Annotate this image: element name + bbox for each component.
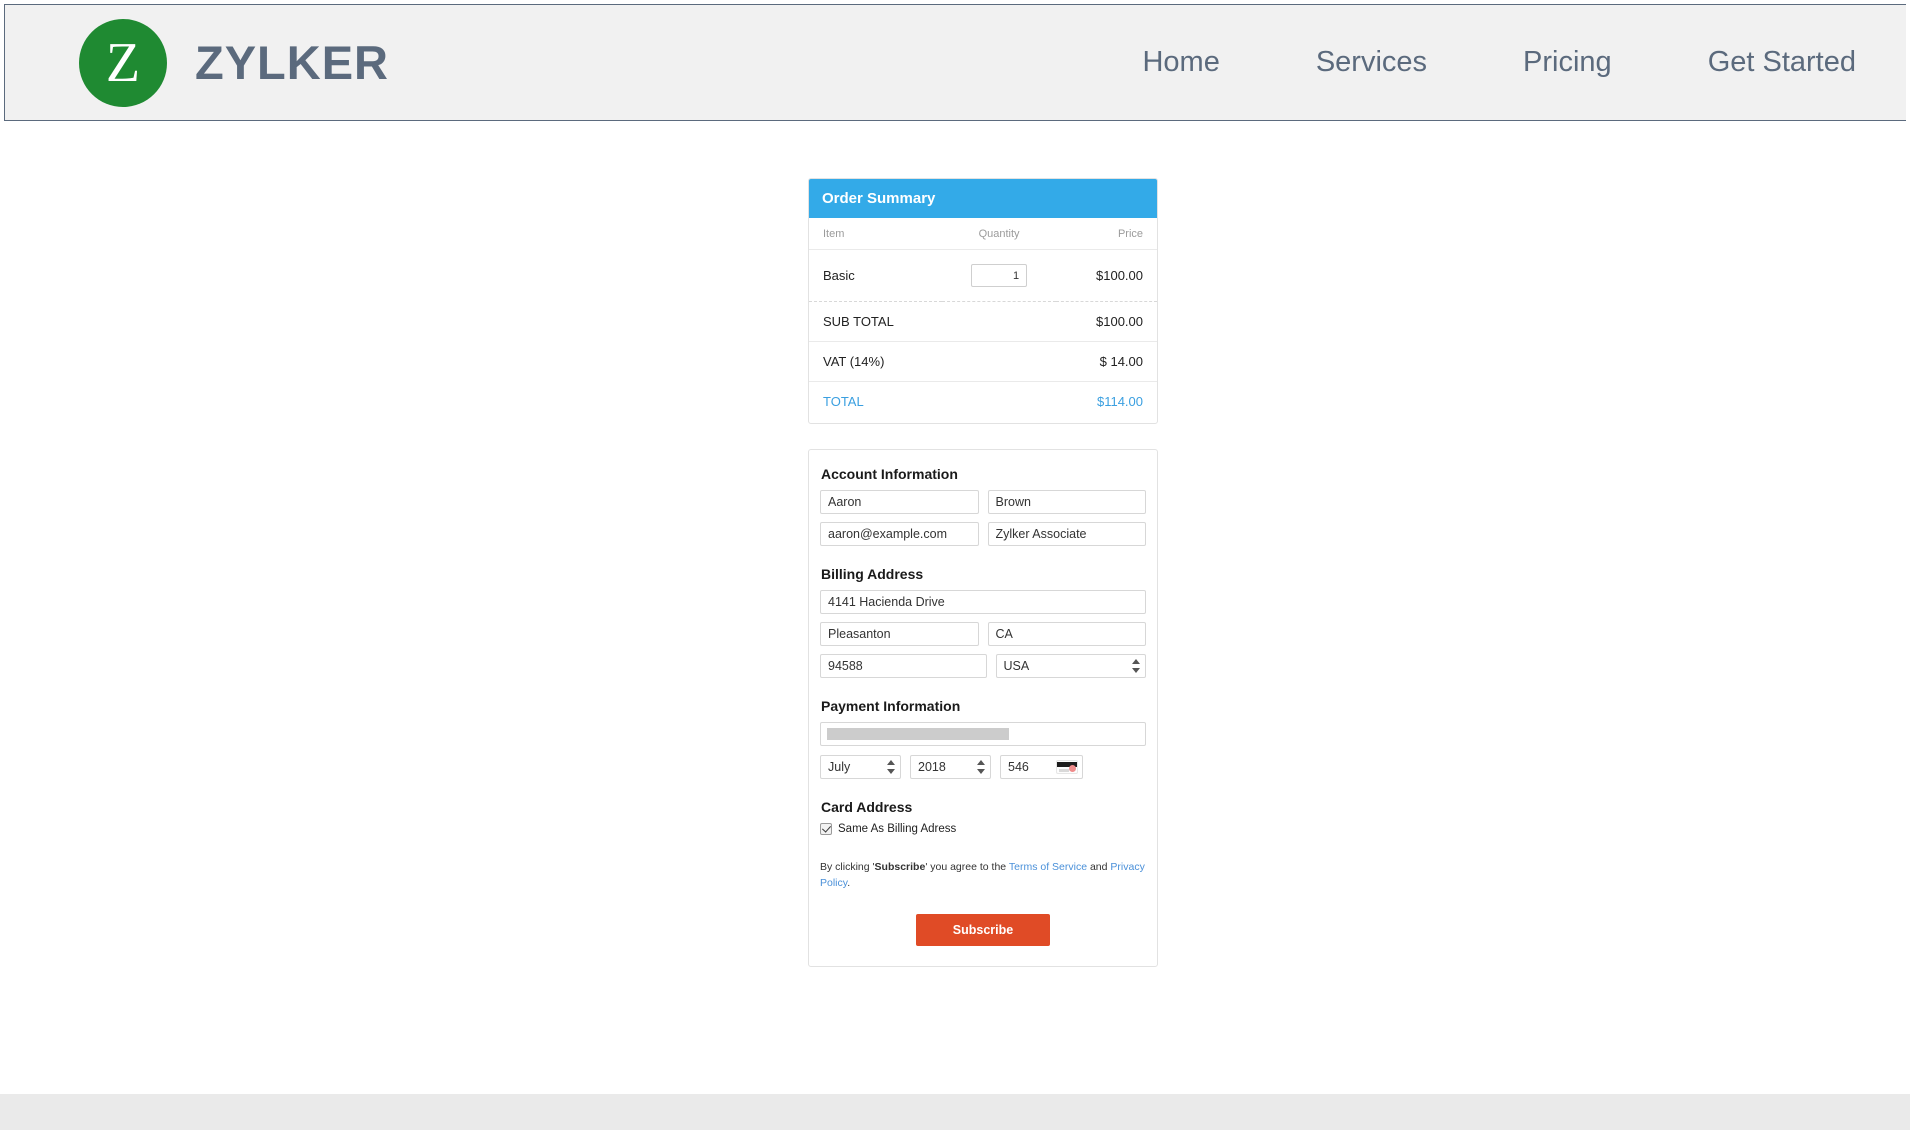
vat-spacer <box>942 342 1055 382</box>
payment-information-title: Payment Information <box>821 698 1146 714</box>
nav-link-home[interactable]: Home <box>1142 40 1219 85</box>
vat-label: VAT (14%) <box>809 342 942 382</box>
order-summary-card: Order Summary Item Quantity Price Basic <box>808 178 1158 424</box>
country-select-wrap: USA <box>996 654 1147 678</box>
site-header: Z ZYLKER Home Services Pricing Get Start… <box>4 4 1906 121</box>
nav-link-services[interactable]: Services <box>1316 40 1427 85</box>
terms-action: Subscribe <box>875 861 926 873</box>
table-row: Basic $100.00 <box>809 250 1157 302</box>
last-name-field[interactable] <box>988 490 1147 514</box>
first-name-field[interactable] <box>820 490 979 514</box>
subtotal-label: SUB TOTAL <box>809 302 942 342</box>
vat-value: $ 14.00 <box>1056 342 1157 382</box>
line-item-quantity-cell <box>942 250 1055 302</box>
subtotal-value: $100.00 <box>1056 302 1157 342</box>
country-select[interactable]: USA <box>996 654 1147 678</box>
order-summary-table: Item Quantity Price Basic $100.00 SUB <box>809 218 1157 423</box>
subtotal-spacer <box>942 302 1055 342</box>
page-root: Z ZYLKER Home Services Pricing Get Start… <box>0 0 1910 1130</box>
table-header-row: Item Quantity Price <box>809 218 1157 250</box>
zip-country-field-row: USA <box>820 654 1146 678</box>
table-row-total: TOTAL $114.00 <box>809 382 1157 424</box>
expiry-month-select[interactable]: July <box>820 755 901 779</box>
city-state-field-row <box>820 622 1146 646</box>
billing-address-title: Billing Address <box>821 566 1146 582</box>
line-item-price: $100.00 <box>1056 250 1157 302</box>
credit-card-icon <box>1056 760 1078 774</box>
subscribe-button-wrap: Subscribe <box>820 914 1146 946</box>
column-header-item: Item <box>809 218 942 250</box>
checkout-form-card: Account Information Billing Address <box>808 449 1158 967</box>
table-row-vat: VAT (14%) $ 14.00 <box>809 342 1157 382</box>
checkout-content: Order Summary Item Quantity Price Basic <box>808 178 1158 967</box>
expiry-year-select[interactable]: 2018 <box>910 755 991 779</box>
zip-code-field[interactable] <box>820 654 987 678</box>
city-field[interactable] <box>820 622 979 646</box>
terms-notice: By clicking 'Subscribe' you agree to the… <box>820 859 1146 892</box>
nav-link-pricing[interactable]: Pricing <box>1523 40 1612 85</box>
terms-middle: ' you agree to the <box>925 861 1009 873</box>
nav-link-get-started[interactable]: Get Started <box>1708 40 1856 85</box>
name-field-row <box>820 490 1146 514</box>
terms-conjunction: and <box>1087 861 1110 873</box>
total-spacer <box>942 382 1055 424</box>
company-field[interactable] <box>988 522 1147 546</box>
state-field[interactable] <box>988 622 1147 646</box>
street-field-row <box>820 590 1146 614</box>
terms-of-service-link[interactable]: Terms of Service <box>1009 861 1087 873</box>
same-as-billing-row[interactable]: Same As Billing Adress <box>820 823 1146 835</box>
expiry-cvv-row: July 2018 <box>820 755 1146 779</box>
main-navigation: Home Services Pricing Get Started <box>1142 40 1906 85</box>
expiry-month-select-wrap: July <box>820 755 901 779</box>
terms-suffix: . <box>847 877 850 889</box>
quantity-input[interactable] <box>971 264 1027 287</box>
column-header-quantity: Quantity <box>942 218 1055 250</box>
total-value: $114.00 <box>1056 382 1157 424</box>
street-address-field[interactable] <box>820 590 1146 614</box>
line-item-name: Basic <box>809 250 942 302</box>
order-summary-title: Order Summary <box>809 179 1157 218</box>
email-field[interactable] <box>820 522 979 546</box>
account-information-title: Account Information <box>821 466 1146 482</box>
email-company-field-row <box>820 522 1146 546</box>
total-label: TOTAL <box>809 382 942 424</box>
expiry-year-select-wrap: 2018 <box>910 755 991 779</box>
card-address-title: Card Address <box>821 799 1146 815</box>
cvv-wrap <box>1000 755 1083 779</box>
column-header-price: Price <box>1056 218 1157 250</box>
brand-name: ZYLKER <box>195 35 389 90</box>
card-number-mask <box>827 728 1009 740</box>
brand[interactable]: Z ZYLKER <box>79 19 389 107</box>
same-as-billing-checkbox[interactable] <box>820 823 832 835</box>
zylker-logo-icon: Z <box>79 19 167 107</box>
same-as-billing-label: Same As Billing Adress <box>838 823 956 835</box>
site-footer <box>0 1094 1910 1130</box>
subscribe-button[interactable]: Subscribe <box>916 914 1050 946</box>
table-row-subtotal: SUB TOTAL $100.00 <box>809 302 1157 342</box>
terms-prefix: By clicking ' <box>820 861 875 873</box>
card-number-field[interactable] <box>820 722 1146 746</box>
